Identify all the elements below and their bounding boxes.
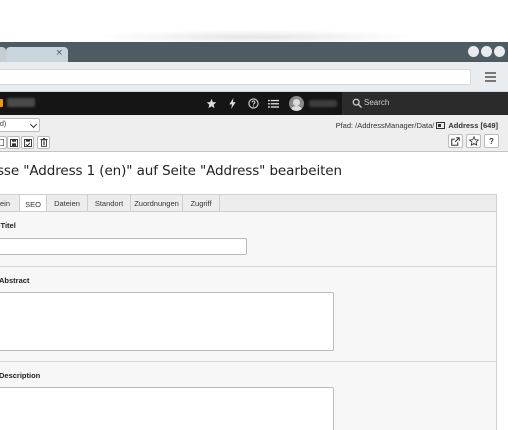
section-divider [0,266,497,267]
record-icon [436,122,446,129]
open-new-window-button[interactable] [448,134,463,148]
abstract-textarea[interactable] [0,292,334,351]
tab-allgemein[interactable]: ein [0,195,20,212]
search-label: Search [364,98,390,107]
save-and-close-button[interactable] [21,136,34,149]
close-document-button[interactable] [0,136,7,149]
address-bar[interactable] [0,69,471,85]
bolt-icon[interactable] [222,92,242,115]
page-title: sse "Address 1 (en)" auf Seite "Address"… [0,163,342,179]
window-close-button[interactable] [494,46,505,57]
help-button[interactable]: ? [484,134,499,148]
tab-label: SEO [25,199,41,209]
browser-toolbar [0,62,508,92]
star-icon[interactable] [201,92,221,115]
tab-label: Dateien [54,199,80,208]
tab-standort[interactable]: Standort [88,195,131,212]
topbar-search[interactable]: Search [342,92,508,115]
tab-zuordnungen[interactable]: Zuordnungen [131,195,183,212]
tab-label: ein [0,199,10,208]
site-name [7,98,35,107]
window-minimize-button[interactable] [468,46,479,57]
tab-label: Standort [94,199,124,208]
tab-zugriff[interactable]: Zugriff [183,195,220,212]
list-icon[interactable] [263,92,283,115]
tab-label: Zugriff [190,199,212,208]
breadcrumb: Pfad: /AddressManager/Data/ Address [649… [336,121,498,130]
bookmark-star-icon[interactable] [466,134,481,148]
tab-dateien[interactable]: Dateien [47,195,88,212]
window-maximize-button[interactable] [481,46,492,57]
username[interactable] [309,100,337,107]
section-divider [0,361,497,362]
help-button-label: ? [489,136,494,146]
help-icon[interactable] [243,92,263,115]
tab-label: Zuordnungen [134,199,179,208]
search-icon [352,98,362,108]
browser-tab-bar: × [0,42,508,62]
save-and-new-button[interactable] [7,136,20,149]
form-tabs: ein SEO Dateien Standort Zuordnungen Zug… [0,194,497,213]
seo-title-input[interactable] [0,238,247,255]
screen: × Search d) Pfad: /AddressManager/Data/ … [0,0,508,430]
close-tab-icon[interactable]: × [55,48,63,58]
description-label: Description [0,371,41,380]
language-select[interactable]: d) [0,118,40,132]
seo-title-label: -Titel [0,221,16,230]
hamburger-menu-icon[interactable] [485,72,496,82]
user-avatar[interactable] [289,96,304,111]
abstract-label: Abstract [0,276,30,285]
language-select-value: d) [0,121,7,128]
backend-topbar: Search [0,92,508,115]
breadcrumb-path: Pfad: /AddressManager/Data/ [335,121,435,130]
breadcrumb-record: Address [649] [448,121,498,130]
description-textarea[interactable] [0,387,334,430]
module-docheader: d) Pfad: /AddressManager/Data/ Address [… [0,115,508,152]
delete-button[interactable] [37,136,50,149]
chevron-down-icon [29,120,38,129]
typo3-logo-icon[interactable] [0,99,3,107]
browser-tab-active[interactable]: × [6,47,68,62]
